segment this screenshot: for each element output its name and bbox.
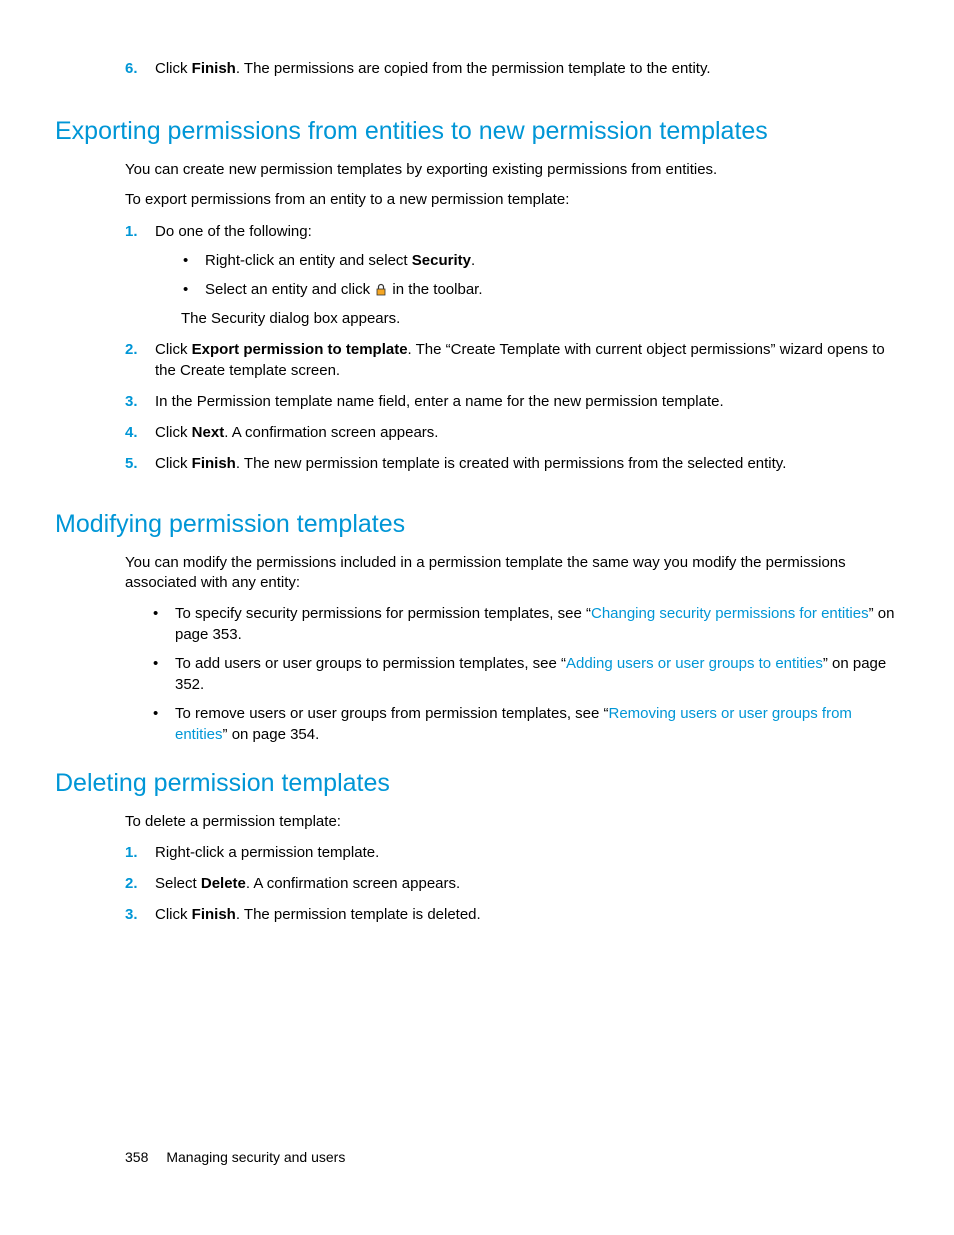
section1-step4: Click Next. A confirmation screen appear…: [125, 422, 899, 443]
s3-s2-before: Select: [155, 875, 201, 892]
heading-modifying: Modifying permission templates: [55, 510, 899, 539]
s1-step1-text: Do one of the following:: [155, 223, 312, 240]
section2-list: To specify security permissions for perm…: [149, 603, 899, 745]
s1-s4-before: Click: [155, 424, 192, 441]
lock-icon: [374, 282, 388, 296]
section1-intro1: You can create new permission templates …: [125, 160, 899, 180]
section1-step3: In the Permission template name field, e…: [125, 391, 899, 412]
step6-text-after: . The permissions are copied from the pe…: [236, 60, 711, 77]
s1-step1-sub1: Right-click an entity and select Securit…: [179, 250, 899, 271]
s1-step1-sub2: Select an entity and click in the toolba…: [179, 279, 899, 300]
s2-bullet2: To add users or user groups to permissio…: [149, 653, 899, 695]
s1-sub1-after: .: [471, 252, 475, 269]
s3-s3-bold: Finish: [192, 906, 236, 923]
s2-bullet3: To remove users or user groups from perm…: [149, 703, 899, 745]
s1-s2-bold: Export permission to template: [192, 341, 408, 358]
section1-intro2: To export permissions from an entity to …: [125, 190, 899, 210]
section3-list: Right-click a permission template. Selec…: [125, 842, 899, 925]
s1-s5-after: . The new permission template is created…: [236, 455, 787, 472]
link-adding-users[interactable]: Adding users or user groups to entities: [566, 655, 823, 672]
link-changing-security[interactable]: Changing security permissions for entiti…: [591, 605, 869, 622]
s3-s3-before: Click: [155, 906, 192, 923]
s1-sub1-bold: Security: [412, 252, 471, 269]
s1-s5-bold: Finish: [192, 455, 236, 472]
s1-s4-bold: Next: [192, 424, 225, 441]
section3-step2: Select Delete. A confirmation screen app…: [125, 873, 899, 894]
heading-exporting: Exporting permissions from entities to n…: [55, 117, 899, 146]
s2-b3-before: To remove users or user groups from perm…: [175, 705, 609, 722]
page-footer: 358 Managing security and users: [125, 1149, 345, 1165]
section1-step2: Click Export permission to template. The…: [125, 339, 899, 381]
step6-text-before: Click: [155, 60, 192, 77]
section3-intro: To delete a permission template:: [125, 812, 899, 832]
s1-s5-before: Click: [155, 455, 192, 472]
s2-bullet1: To specify security permissions for perm…: [149, 603, 899, 645]
s2-b1-before: To specify security permissions for perm…: [175, 605, 591, 622]
s1-step1-sublist: Right-click an entity and select Securit…: [179, 250, 899, 300]
s1-s4-after: . A confirmation screen appears.: [224, 424, 438, 441]
section3-step3: Click Finish. The permission template is…: [125, 904, 899, 925]
step6-bold: Finish: [192, 60, 236, 77]
s1-step1-result: The Security dialog box appears.: [181, 308, 899, 329]
section2-intro: You can modify the permissions included …: [125, 553, 899, 594]
s2-b2-before: To add users or user groups to permissio…: [175, 655, 566, 672]
s1-s2-before: Click: [155, 341, 192, 358]
section3-step1: Right-click a permission template.: [125, 842, 899, 863]
carryover-list: Click Finish. The permissions are copied…: [125, 58, 899, 79]
section1-step5: Click Finish. The new permission templat…: [125, 453, 899, 474]
section1-list: Do one of the following: Right-click an …: [125, 221, 899, 474]
page-content: Click Finish. The permissions are copied…: [55, 58, 899, 925]
s1-sub2-before: Select an entity and click: [205, 281, 374, 298]
s3-s2-bold: Delete: [201, 875, 246, 892]
heading-deleting: Deleting permission templates: [55, 769, 899, 798]
s1-sub2-after: in the toolbar.: [388, 281, 482, 298]
s3-s3-after: . The permission template is deleted.: [236, 906, 481, 923]
section1-step1: Do one of the following: Right-click an …: [125, 221, 899, 329]
s2-b3-after: ” on page 354.: [223, 726, 320, 743]
s3-s2-after: . A confirmation screen appears.: [246, 875, 460, 892]
s1-sub1-before: Right-click an entity and select: [205, 252, 412, 269]
footer-title: Managing security and users: [166, 1149, 345, 1165]
list-step-6: Click Finish. The permissions are copied…: [125, 58, 899, 79]
page-number: 358: [125, 1149, 148, 1165]
